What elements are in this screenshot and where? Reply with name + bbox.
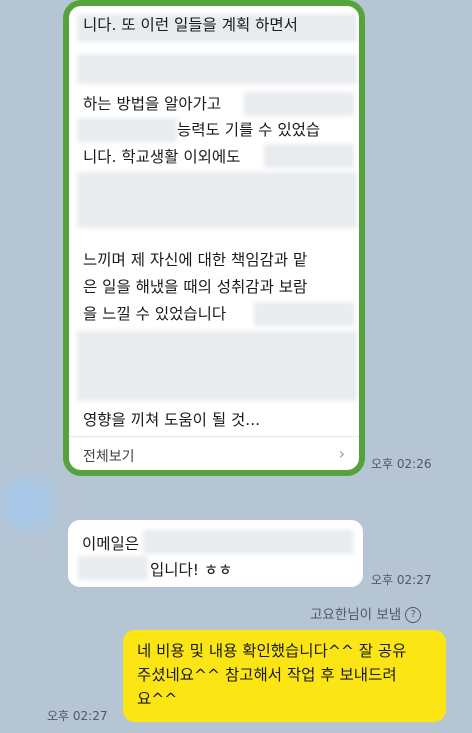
sender-text: 고요한님이 보냄 <box>310 607 402 623</box>
message-line: 이메일은 <box>82 535 140 553</box>
message-time: 오후 02:27 <box>47 709 108 723</box>
message-line: 요^^ <box>137 690 178 708</box>
message-bubble-long[interactable]: 니다. 또 이런 일들을 계획 하면서 하는 방법을 알아가고 능력도 기를 수… <box>63 0 365 476</box>
message-line: 영향을 끼쳐 도움이 될 것... <box>83 411 261 429</box>
message-bubble[interactable]: 이메일은 입니다! ㅎㅎ <box>68 520 363 587</box>
chevron-right-icon[interactable]: › <box>339 444 345 463</box>
message-time: 오후 02:27 <box>371 573 432 587</box>
message-line: 느끼며 제 자신에 대한 책임감과 맡 <box>83 251 308 269</box>
message-line: 니다. 학교생활 이외에도 <box>83 148 241 166</box>
message-line: 입니다! ㅎㅎ <box>150 561 233 579</box>
message-line: 하는 방법을 알아가고 <box>83 95 222 113</box>
message-line: 능력도 기를 수 있었습 <box>177 121 321 139</box>
message-line: 을 느낄 수 있었습니다 <box>83 305 227 323</box>
sender-label: 고요한님이 보냄? <box>310 603 422 623</box>
view-all-link[interactable]: 전체보기 <box>83 446 135 466</box>
avatar[interactable] <box>2 478 54 530</box>
message-line: 주셨네요^^ 참고해서 작업 후 보내드려 <box>137 666 397 684</box>
message-line: 은 일을 해냈을 때의 성취감과 보람 <box>83 278 308 296</box>
help-icon[interactable]: ? <box>405 607 422 623</box>
my-message-bubble[interactable]: 네 비용 및 내용 확인했습니다^^ 잘 공유 주셨네요^^ 참고해서 작업 후… <box>123 630 446 722</box>
message-line: 네 비용 및 내용 확인했습니다^^ 잘 공유 <box>137 642 407 660</box>
message-time: 오후 02:26 <box>371 457 432 471</box>
message-line: 니다. 또 이런 일들을 계획 하면서 <box>83 16 298 34</box>
divider <box>69 436 359 437</box>
